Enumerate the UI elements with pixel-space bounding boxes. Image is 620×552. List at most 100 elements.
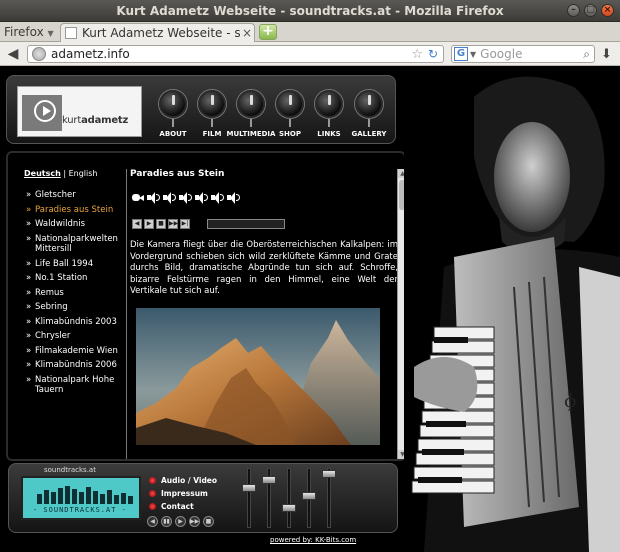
sidebar-item-waldwildnis[interactable]: » Waldwildnis <box>26 219 126 230</box>
firefox-menu-button[interactable]: Firefox ▼ <box>4 25 54 39</box>
sidebar-item-label: Klimabündnis 2003 <box>35 316 117 327</box>
back-arrow-icon: ◀ <box>7 46 19 62</box>
search-icon[interactable]: ⌕ <box>583 47 590 62</box>
link-contact[interactable]: Contact <box>149 502 194 511</box>
knob-icon <box>355 90 383 118</box>
sidebar-item-nationalparkwelten[interactable]: » Nationalparkwelten Mittersill <box>26 234 126 255</box>
stop-button[interactable]: ■ <box>203 516 214 527</box>
back-button[interactable]: ◀ <box>2 45 24 63</box>
speaker-icon[interactable] <box>162 191 176 204</box>
sidebar-item-label: Klimabündnis 2006 <box>35 360 117 370</box>
pause-button[interactable]: ▮▮ <box>161 516 172 527</box>
video-controls: ◀ ▶ ■ ▶▶ ▶| <box>132 219 190 229</box>
player-label: soundtracks.at <box>44 466 96 474</box>
fader-handle[interactable] <box>282 504 296 512</box>
url-bar[interactable]: adametz.info ☆ ↻ <box>27 45 444 63</box>
stop-button[interactable]: ■ <box>156 219 166 229</box>
sidebar-item-chrysler[interactable]: » Chrysler <box>26 331 126 342</box>
language-switch: Deutsch | English <box>24 169 97 178</box>
minimize-button[interactable]: – <box>567 4 580 17</box>
mixer-fader[interactable] <box>247 468 251 528</box>
content-description: Die Kamera fliegt über die Oberösterreic… <box>130 240 398 296</box>
skip-end-button[interactable]: ▶| <box>180 219 190 229</box>
nav-gallery[interactable]: GALLERY <box>344 130 394 138</box>
chevron-down-icon: ▼ <box>47 29 54 38</box>
bullet-icon: » <box>26 233 32 244</box>
new-tab-button[interactable]: + <box>259 24 277 40</box>
logo-text-suffix: adametz <box>81 115 129 126</box>
player-buttons: ◀ ▮▮ ▶ ▶▶ ■ <box>147 516 214 527</box>
sidebar-item-klimabuendnis-2003[interactable]: » Klimabündnis 2003 <box>26 317 126 328</box>
tab-bar: Firefox ▼ Kurt Adametz Webseite - soun..… <box>0 22 620 42</box>
sidebar-item-label: Gletscher <box>35 190 76 200</box>
camera-icon[interactable] <box>132 192 144 203</box>
lcd-display[interactable]: - SOUNDTRACKS.AT - <box>21 476 141 520</box>
mixer-fader[interactable] <box>287 468 291 528</box>
sidebar-item-klimabuendnis-2006[interactable]: » Klimabündnis 2006 <box>26 360 126 371</box>
content-panel: Deutsch | English » Gletscher » Paradies a… <box>6 151 407 461</box>
reload-icon[interactable]: ↻ <box>426 47 440 61</box>
url-text: adametz.info <box>51 47 130 61</box>
window-titlebar: Kurt Adametz Webseite - soundtracks.at -… <box>0 0 620 22</box>
play-button[interactable]: ▶ <box>175 516 186 527</box>
link-label: Impressum <box>161 489 208 498</box>
sidebar-item-filmakademie-wien[interactable]: » Filmakademie Wien <box>26 346 126 357</box>
close-button[interactable]: × <box>601 4 614 17</box>
bullet-icon: » <box>26 331 32 341</box>
play-button[interactable]: ▶ <box>144 219 154 229</box>
knob-tick <box>289 119 291 127</box>
lang-english[interactable]: English <box>69 169 98 178</box>
knob-tick <box>328 119 330 127</box>
tab-close-button[interactable]: × <box>240 26 254 40</box>
speaker-icon[interactable] <box>194 191 208 204</box>
knob-icon <box>315 90 343 118</box>
fader-handle[interactable] <box>262 476 276 484</box>
fader-handle[interactable] <box>322 470 336 478</box>
download-icon[interactable]: ⬇ <box>601 47 612 62</box>
bullet-icon: » <box>26 219 32 229</box>
speaker-icon[interactable] <box>178 191 192 204</box>
content-title: Paradies aus Stein <box>130 169 225 179</box>
google-icon[interactable]: G <box>454 47 468 61</box>
sidebar-item-gletscher[interactable]: » Gletscher <box>26 190 126 201</box>
search-box[interactable]: G ▼ Google ⌕ <box>451 45 595 63</box>
link-impressum[interactable]: Impressum <box>149 489 208 498</box>
knob-tick <box>250 119 252 127</box>
video-progress-bar[interactable] <box>207 219 285 229</box>
sidebar-item-label: Remus <box>35 287 64 298</box>
logo-text-prefix: kurt <box>62 115 82 126</box>
fast-forward-button[interactable]: ▶▶ <box>168 219 178 229</box>
window-title: Kurt Adametz Webseite - soundtracks.at -… <box>116 3 504 18</box>
lang-deutsch[interactable]: Deutsch <box>24 169 61 178</box>
sidebar-item-label: Filmakademie Wien <box>35 345 118 356</box>
bullet-icon: » <box>26 345 32 356</box>
maximize-button[interactable]: □ <box>584 4 597 17</box>
next-button[interactable]: ▶▶ <box>189 516 200 527</box>
speaker-icon[interactable] <box>226 191 240 204</box>
sidebar-item-label: Nationalparkwelten Mittersill <box>35 233 118 255</box>
browser-tab[interactable]: Kurt Adametz Webseite - soun... × <box>60 23 255 42</box>
link-label: Contact <box>161 502 194 511</box>
speaker-icon[interactable] <box>210 191 224 204</box>
sidebar-item-no1-station[interactable]: » No.1 Station <box>26 273 126 284</box>
fader-handle[interactable] <box>302 492 316 500</box>
bullet-icon: » <box>26 360 32 370</box>
sidebar-item-nationalpark-hohe-tauern[interactable]: » Nationalpark Hohe Tauern <box>26 375 126 396</box>
bullet-icon: » <box>26 302 32 312</box>
fader-handle[interactable] <box>242 484 256 492</box>
prev-button[interactable]: ◀ <box>147 516 158 527</box>
sidebar-item-remus[interactable]: » Remus <box>26 288 126 299</box>
link-audio-video[interactable]: Audio / Video <box>149 476 217 485</box>
speaker-icon[interactable] <box>146 191 160 204</box>
knob-icon <box>237 90 265 118</box>
sidebar-item-paradies-aus-stein[interactable]: » Paradies aus Stein <box>26 205 126 216</box>
powered-by-link[interactable]: powered by: KK-Bits.com <box>270 536 356 544</box>
site-logo[interactable]: kurtadametz <box>17 86 142 137</box>
sidebar-item-sebring[interactable]: » Sebring <box>26 302 126 313</box>
sidebar-item-life-ball[interactable]: » Life Ball 1994 <box>26 259 126 270</box>
bookmark-star-icon[interactable]: ☆ <box>411 47 423 62</box>
tab-title: Kurt Adametz Webseite - soun... <box>82 26 240 40</box>
bullet-icon: » <box>26 190 32 200</box>
rewind-button[interactable]: ◀ <box>132 219 142 229</box>
site-header: kurtadametz ABOUT FILM MULTIMEDIA SHOP L… <box>6 75 396 144</box>
